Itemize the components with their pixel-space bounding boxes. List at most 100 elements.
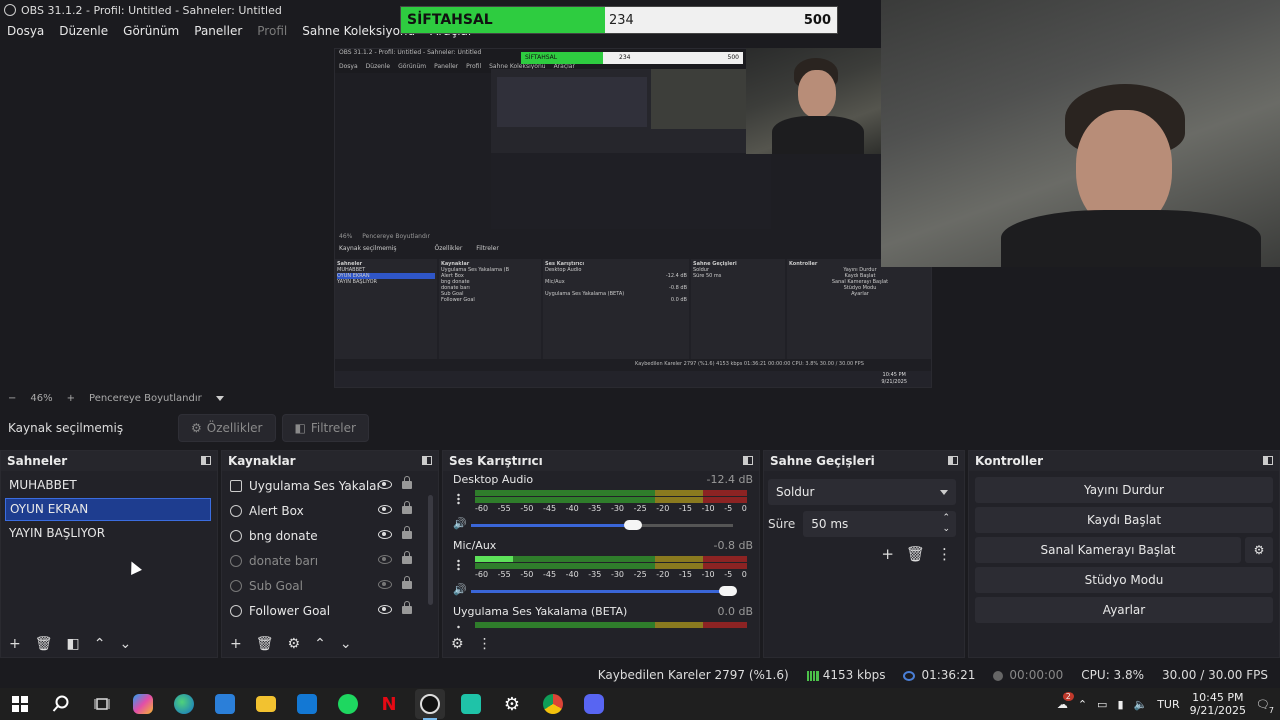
scene-item-muhabbet[interactable]: MUHABBET (1, 473, 217, 498)
sources-scrollbar[interactable] (428, 495, 433, 605)
volume-icon[interactable]: 🔈 (1134, 698, 1148, 711)
visibility-eye-off-icon[interactable] (378, 580, 392, 589)
visibility-eye-icon[interactable] (378, 480, 392, 489)
spotify-icon[interactable] (333, 689, 363, 719)
mixer-menu-button[interactable]: ⋮ (478, 636, 492, 652)
visibility-eye-off-icon[interactable] (378, 555, 392, 564)
netflix-icon[interactable]: N (374, 689, 404, 719)
app-icon[interactable] (456, 689, 486, 719)
record-icon (993, 670, 1004, 681)
lock-icon[interactable] (402, 476, 412, 489)
scene-item-yayin-basliyor[interactable]: YAYIN BAŞLIYOR (1, 521, 217, 546)
remove-transition-button[interactable]: 🗑 (906, 545, 925, 563)
slider-knob[interactable] (624, 520, 643, 530)
edge-icon[interactable] (169, 689, 199, 719)
spin-arrows-icon[interactable]: ⌃ ⌄ (942, 513, 950, 535)
volume-slider[interactable] (471, 520, 733, 530)
properties-button[interactable]: ⚙ Özellikler (178, 414, 276, 442)
store-icon[interactable] (210, 689, 240, 719)
menu-profile[interactable]: Profil (257, 24, 287, 38)
source-item[interactable]: Alert Box (222, 498, 438, 523)
visibility-eye-icon[interactable] (378, 530, 392, 539)
visibility-eye-icon[interactable] (378, 505, 392, 514)
speaker-icon[interactable]: 🔊 (453, 583, 467, 596)
remove-source-button[interactable]: 🗑 (256, 636, 274, 652)
menu-edit[interactable]: Düzenle (59, 24, 108, 38)
battery-icon[interactable]: ▮ (1117, 698, 1123, 711)
lock-icon[interactable] (402, 501, 412, 514)
add-transition-button[interactable]: + (881, 545, 894, 563)
remove-scene-button[interactable]: 🗑 (35, 636, 53, 652)
virtual-camera-settings-button[interactable]: ⚙ (1245, 537, 1273, 563)
file-explorer-icon[interactable] (251, 689, 281, 719)
filter-scene-button[interactable]: ◧ (67, 636, 80, 652)
zoom-bar: − 46% + Pencereye Boyutlandır (0, 390, 1280, 406)
menu-file[interactable]: Dosya (7, 24, 44, 38)
filters-button[interactable]: ◧ Filtreler (281, 414, 369, 442)
duration-input[interactable]: 50 ms ⌃ ⌄ (803, 511, 956, 537)
settings-icon[interactable]: ⚙ (497, 689, 527, 719)
studio-mode-button[interactable]: Stüdyo Modu (975, 567, 1273, 593)
lock-icon[interactable] (402, 551, 412, 564)
settings-button[interactable]: Ayarlar (975, 597, 1273, 623)
move-down-button[interactable]: ⌄ (119, 636, 131, 652)
chrome-icon[interactable] (538, 689, 568, 719)
move-down-button[interactable]: ⌄ (340, 636, 352, 652)
float-dock-icon[interactable] (743, 456, 753, 465)
lock-icon[interactable] (402, 526, 412, 539)
notification-icon[interactable]: 🗨 7 (1256, 698, 1274, 715)
move-up-button[interactable]: ⌃ (94, 636, 106, 652)
channel-menu-icon[interactable] (457, 559, 460, 571)
chevron-up-icon[interactable]: ⌃ (1078, 698, 1087, 711)
source-item[interactable]: donate barı (222, 548, 438, 573)
transition-select[interactable]: Soldur (768, 479, 956, 505)
windows-start-icon[interactable] (5, 689, 35, 719)
clock[interactable]: 10:45 PM 9/21/2025 (1190, 691, 1246, 717)
menu-docks[interactable]: Paneller (194, 24, 242, 38)
move-up-button[interactable]: ⌃ (314, 636, 326, 652)
float-dock-icon[interactable] (201, 456, 211, 465)
visibility-eye-icon[interactable] (378, 605, 392, 614)
channel-name: Mic/Aux (453, 539, 497, 552)
fit-dropdown-icon[interactable] (215, 395, 224, 401)
channel-menu-icon[interactable] (457, 493, 460, 505)
scene-item-oyun-ekran[interactable]: OYUN EKRAN (5, 498, 211, 521)
preview-canvas[interactable]: OBS 31.1.2 - Profil: Untitled - Sahneler… (0, 0, 1280, 390)
copilot-icon[interactable] (128, 689, 158, 719)
stop-stream-button[interactable]: Yayını Durdur (975, 477, 1273, 503)
float-dock-icon[interactable] (1263, 456, 1273, 465)
menu-scene-collection[interactable]: Sahne Koleksiyonu (302, 24, 415, 38)
source-item[interactable]: bng donate (222, 523, 438, 548)
obs-icon[interactable] (415, 689, 445, 720)
search-icon[interactable] (46, 689, 76, 719)
mini-duration-row: Süre 50 ms (693, 273, 783, 279)
add-scene-button[interactable]: + (9, 636, 21, 652)
zoom-out-button[interactable]: − (8, 393, 16, 404)
transition-menu-button[interactable]: ⋮ (937, 545, 952, 563)
channel-menu-icon[interactable] (457, 625, 460, 629)
speaker-icon[interactable]: 🔊 (453, 517, 467, 530)
network-icon[interactable]: ▭ (1097, 698, 1107, 711)
start-recording-button[interactable]: Kaydı Başlat (975, 507, 1273, 533)
slider-knob[interactable] (718, 586, 737, 596)
task-view-icon[interactable] (87, 689, 117, 719)
float-dock-icon[interactable] (948, 456, 958, 465)
mini-docks: Sahneler MUHABBET OYUN EKRAN YAYIN BAŞLI… (335, 259, 931, 359)
source-item[interactable]: Uygulama Ses Yakalama (B (222, 473, 438, 498)
lock-icon[interactable] (402, 576, 412, 589)
float-dock-icon[interactable] (422, 456, 432, 465)
zoom-in-button[interactable]: + (67, 393, 75, 404)
discord-icon[interactable] (579, 689, 609, 719)
weather-icon[interactable]: ☁ 2 (1057, 691, 1074, 711)
start-virtual-camera-button[interactable]: Sanal Kamerayı Başlat (975, 537, 1241, 563)
advanced-audio-button[interactable]: ⚙ (451, 636, 464, 652)
source-item[interactable]: Sub Goal (222, 573, 438, 598)
add-source-button[interactable]: + (230, 636, 242, 652)
menu-view[interactable]: Görünüm (123, 24, 179, 38)
language-indicator[interactable]: TUR (1157, 698, 1179, 711)
source-properties-button[interactable]: ⚙ (288, 636, 301, 652)
outlook-icon[interactable] (292, 689, 322, 719)
volume-slider[interactable] (471, 586, 737, 596)
source-item[interactable]: Follower Goal (222, 598, 438, 621)
lock-icon[interactable] (402, 601, 412, 614)
